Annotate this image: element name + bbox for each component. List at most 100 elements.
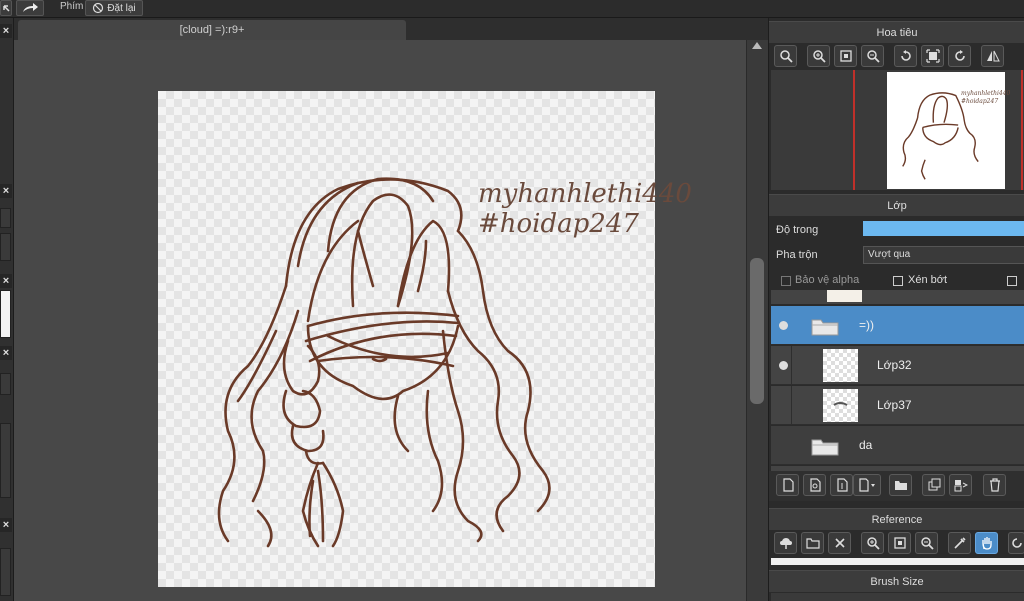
reference-fit-button[interactable]: [888, 532, 911, 554]
rotate-left-button[interactable]: [894, 45, 917, 67]
layer-name: da: [859, 438, 873, 452]
navigator-thumbnail: myhanhlethi440 #hoidap247: [887, 72, 1010, 189]
reset-rotation-button[interactable]: [921, 45, 944, 67]
hand-icon: [981, 537, 992, 550]
panel-control[interactable]: [0, 233, 11, 261]
thumb-line-art: [902, 92, 979, 180]
reference-eyedropper-button[interactable]: [948, 532, 971, 554]
panel-control[interactable]: [0, 423, 11, 498]
visibility-eye-icon[interactable]: [779, 321, 788, 330]
lock-checkbox[interactable]: [1007, 276, 1017, 286]
redo-button[interactable]: [16, 0, 44, 16]
flip-horizontal-button[interactable]: [981, 45, 1004, 67]
zoom-in-button[interactable]: [807, 45, 830, 67]
vertical-scrollbar[interactable]: [746, 40, 768, 601]
reset-button[interactable]: Đặt lại: [85, 0, 143, 16]
folder-icon: [811, 439, 839, 456]
rotate-left-icon: [900, 50, 911, 61]
shortcut-label: Phím: [60, 1, 84, 12]
navigator-header[interactable]: Hoa tiêu: [769, 21, 1024, 43]
document-tab[interactable]: [cloud] =):r9+: [18, 20, 406, 40]
blend-mode-label: Pha trộn: [776, 249, 818, 261]
layer-actions-bar: [769, 471, 1024, 501]
visibility-eye-icon[interactable]: [779, 361, 788, 370]
layer-thumbnail: [827, 290, 862, 302]
zoom-in-icon: [866, 537, 880, 550]
navigator-preview[interactable]: myhanhlethi440 #hoidap247: [771, 70, 1024, 190]
duplicate-layer-button[interactable]: [922, 474, 945, 496]
new-halftone-layer-button[interactable]: [830, 474, 853, 496]
scroll-up-arrow-icon[interactable]: [752, 42, 762, 49]
reference-header[interactable]: Reference: [769, 508, 1024, 530]
redo-icon: [23, 3, 38, 12]
panel-control[interactable]: [0, 373, 11, 395]
halftone-page-icon: [836, 478, 848, 492]
close-icon[interactable]: ×: [0, 24, 12, 38]
document-tab-bar: [cloud] =):r9+: [14, 18, 768, 40]
layer-row-folder-selected[interactable]: =)): [771, 306, 1024, 345]
top-toolbar: Phím Đặt lại: [0, 0, 1024, 18]
indent-divider: [791, 346, 792, 385]
reference-image-area[interactable]: [771, 558, 1024, 565]
rotate-right-button[interactable]: [948, 45, 971, 67]
delete-layer-button[interactable]: [983, 474, 1006, 496]
zoom-fit-button[interactable]: [774, 45, 797, 67]
drawing-canvas[interactable]: myhanhlethi440 #hoidap247: [158, 91, 692, 587]
vector-page-icon: [809, 478, 821, 492]
new-vector-layer-button[interactable]: [803, 474, 826, 496]
layer-row[interactable]: Lớp32: [771, 346, 1024, 385]
reference-rotate-button[interactable]: [1008, 532, 1024, 554]
blend-mode-dropdown[interactable]: Vượt qua: [863, 246, 1024, 264]
viewport-edge-right: [1021, 70, 1023, 190]
add-layer-menu-button[interactable]: [853, 474, 881, 496]
opacity-slider[interactable]: [863, 221, 1024, 236]
add-page-dropdown-icon: [859, 478, 875, 492]
layers-header[interactable]: Lớp: [769, 194, 1024, 216]
close-icon[interactable]: ×: [0, 274, 12, 288]
magnifier-icon: [779, 50, 793, 63]
layer-name: Lớp37: [877, 398, 912, 412]
reset-view-icon: [925, 49, 940, 63]
layer-thumbnail: [823, 349, 858, 382]
layer-row-folder[interactable]: da: [771, 426, 1024, 465]
panel-control[interactable]: [0, 208, 11, 228]
reference-zoom-out-button[interactable]: [915, 532, 938, 554]
reference-hand-button[interactable]: [975, 532, 998, 554]
reference-zoom-in-button[interactable]: [861, 532, 884, 554]
opacity-label: Độ trong: [776, 224, 819, 236]
fit-screen-button[interactable]: [834, 45, 857, 67]
color-swatch[interactable]: [0, 290, 11, 338]
new-layer-button[interactable]: [776, 474, 799, 496]
prohibit-icon: [93, 2, 104, 14]
close-icon[interactable]: ×: [0, 346, 12, 360]
brush-size-list[interactable]: [771, 593, 1024, 601]
clipping-checkbox[interactable]: [893, 276, 903, 286]
layer-row[interactable]: Lớp37: [771, 386, 1024, 425]
zoom-out-button[interactable]: [861, 45, 884, 67]
panel-control[interactable]: [0, 548, 11, 596]
undo-button[interactable]: [0, 0, 12, 16]
close-icon[interactable]: ×: [0, 184, 12, 198]
protect-alpha-checkbox[interactable]: [781, 276, 791, 286]
folder-icon: [894, 481, 907, 490]
zoom-in-icon: [812, 50, 826, 63]
zoom-out-icon: [920, 537, 934, 550]
scrollbar-thumb[interactable]: [750, 258, 764, 404]
new-folder-button[interactable]: [889, 474, 912, 496]
reference-open-button[interactable]: [801, 532, 824, 554]
duplicate-icon: [928, 478, 940, 491]
cloud-upload-icon: [779, 538, 792, 549]
zoom-out-icon: [866, 50, 880, 63]
folder-icon: [811, 319, 839, 336]
eyedropper-icon: [953, 537, 966, 549]
reference-import-button[interactable]: [774, 532, 797, 554]
merge-layer-button[interactable]: [949, 474, 972, 496]
brush-size-header[interactable]: Brush Size: [769, 570, 1024, 592]
protect-alpha-label: Bảo vệ alpha: [795, 274, 860, 286]
layer-row-partial[interactable]: [771, 290, 1024, 304]
close-icon: [834, 538, 845, 548]
rotate-icon: [1011, 538, 1022, 548]
reference-close-button[interactable]: [828, 532, 851, 554]
close-icon[interactable]: ×: [0, 518, 12, 532]
new-page-icon: [782, 478, 794, 492]
